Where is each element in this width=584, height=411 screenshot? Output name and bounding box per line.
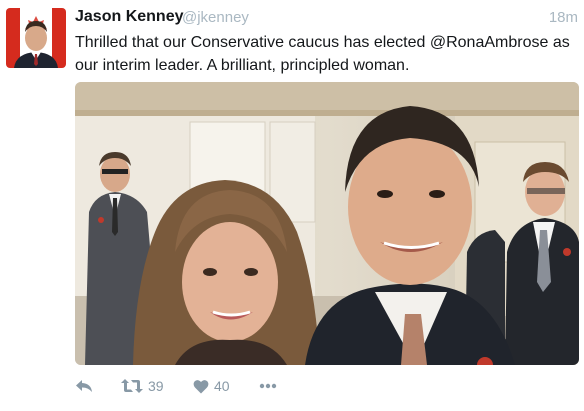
reply-button[interactable] xyxy=(75,372,93,400)
tweet-header: Jason Kenney @jkenney 18m xyxy=(75,8,580,30)
more-icon xyxy=(259,383,277,389)
tweet-actions: 39 40 xyxy=(75,372,375,400)
like-count: 40 xyxy=(214,378,230,394)
reply-icon xyxy=(76,380,92,392)
tweet-timestamp[interactable]: 18m xyxy=(549,9,578,26)
retweet-count: 39 xyxy=(148,378,164,394)
retweet-button[interactable]: 39 xyxy=(121,372,164,400)
author-name[interactable]: Jason Kenney xyxy=(75,8,183,26)
tweet-photo[interactable] xyxy=(75,82,579,365)
author-handle[interactable]: @jkenney xyxy=(182,9,249,26)
tweet-text: Thrilled that our Conservative caucus ha… xyxy=(75,34,570,74)
retweet-icon xyxy=(121,379,143,393)
more-button[interactable] xyxy=(259,372,277,400)
photo-image xyxy=(75,82,579,365)
avatar-image xyxy=(6,8,66,68)
heart-icon xyxy=(193,379,209,393)
author-avatar[interactable] xyxy=(6,8,66,68)
like-button[interactable]: 40 xyxy=(193,372,230,400)
